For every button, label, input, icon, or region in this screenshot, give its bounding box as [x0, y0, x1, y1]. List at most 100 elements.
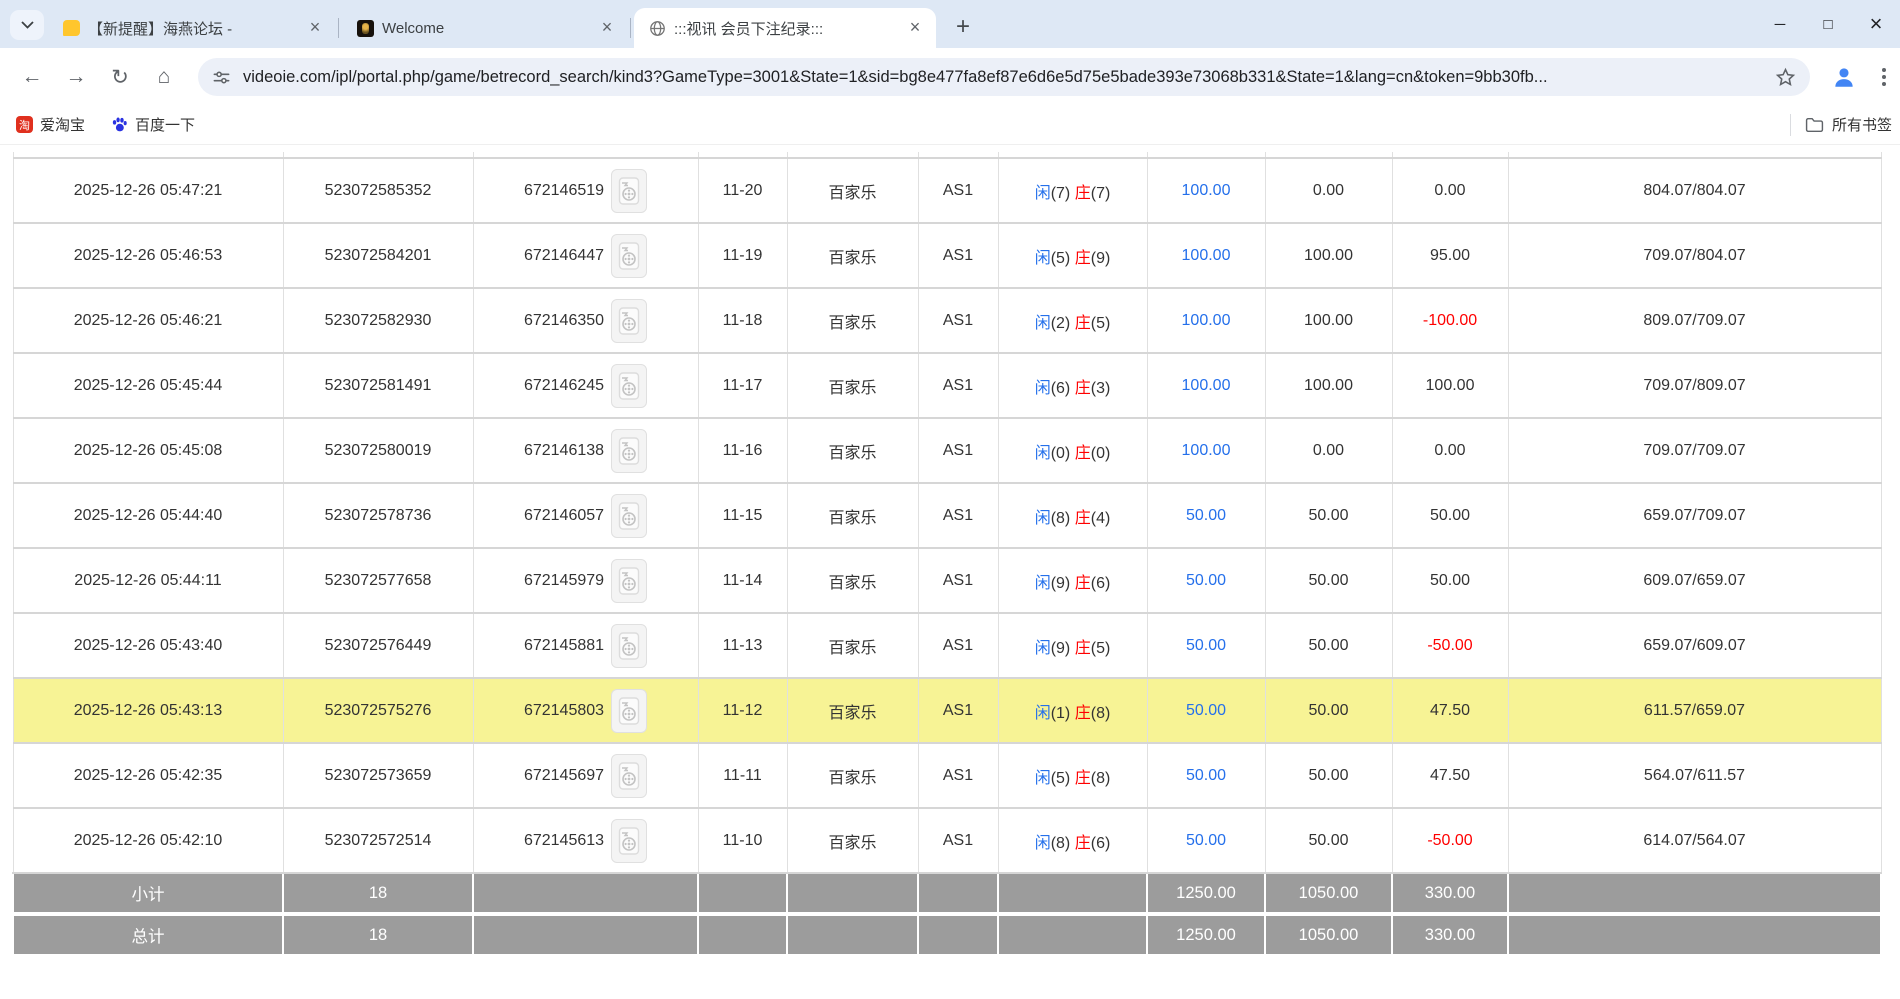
folder-icon: [1805, 117, 1824, 133]
cell-valid-amount: 100.00: [1265, 223, 1392, 288]
bet-id-text: 672145803: [524, 702, 604, 720]
cell-round: 11-16: [698, 418, 787, 483]
banker-label: 庄: [1075, 315, 1091, 332]
minimize-button[interactable]: ─: [1756, 0, 1804, 48]
cell-round: 11-14: [698, 548, 787, 613]
table-row[interactable]: 2025-12-26 05:45:44 523072581491 6721462…: [13, 353, 1881, 418]
cell-balance: 809.07/709.07: [1508, 288, 1881, 353]
cell-round: 11-12: [698, 678, 787, 743]
total-label: 总计: [13, 914, 283, 955]
tab-strip: 【新提醒】海燕论坛 - × Welcome × :::视讯 会员下注纪录::: …: [0, 0, 1900, 48]
profile-avatar[interactable]: [1828, 61, 1860, 93]
cell-game: 百家乐: [787, 548, 918, 613]
cell-table: AS1: [918, 223, 998, 288]
table-row[interactable]: 2025-12-26 05:43:13 523072575276 6721458…: [13, 678, 1881, 743]
maximize-button[interactable]: □: [1804, 0, 1852, 48]
cell-empty: [473, 914, 698, 955]
table-row[interactable]: 2025-12-26 05:44:40 523072578736 6721460…: [13, 483, 1881, 548]
cell-time: 2025-12-26 05:42:35: [13, 743, 283, 808]
player-score: (0): [1051, 445, 1071, 462]
banker-score: (6): [1091, 835, 1111, 852]
banker-score: (9): [1091, 250, 1111, 267]
banker-label: 庄: [1075, 835, 1091, 852]
cell-round: 11-10: [698, 808, 787, 873]
video-replay-icon[interactable]: [611, 689, 647, 733]
tab-bet-record[interactable]: :::视讯 会员下注纪录::: ×: [634, 8, 936, 48]
tab-close-icon[interactable]: ×: [596, 17, 618, 39]
video-replay-icon[interactable]: [611, 624, 647, 668]
forum-favicon-icon: [62, 19, 80, 37]
cell-bet-result: 闲(8) 庄(4): [998, 483, 1147, 548]
banker-label: 庄: [1075, 445, 1091, 462]
cell-valid-amount: 50.00: [1265, 483, 1392, 548]
table-row[interactable]: 2025-12-26 05:46:53 523072584201 6721464…: [13, 223, 1881, 288]
table-row[interactable]: 2025-12-26 05:45:08 523072580019 6721461…: [13, 418, 1881, 483]
forward-icon[interactable]: →: [62, 63, 90, 91]
table-row[interactable]: 2025-12-26 05:47:21 523072585352 6721465…: [13, 158, 1881, 223]
url-text[interactable]: videoie.com/ipl/portal.php/game/betrecor…: [243, 68, 1775, 87]
site-settings-icon[interactable]: [212, 68, 231, 87]
cell-bet-id: 672146057: [473, 483, 698, 548]
tab-close-icon[interactable]: ×: [304, 17, 326, 39]
table-row[interactable]: 2025-12-26 05:43:40 523072576449 6721458…: [13, 613, 1881, 678]
bet-id-text: 672146519: [524, 182, 604, 200]
video-replay-icon[interactable]: [611, 494, 647, 538]
reload-icon[interactable]: ↻: [106, 63, 134, 91]
new-tab-button[interactable]: +: [948, 12, 978, 42]
bookmark-taobao[interactable]: 淘 爱淘宝: [16, 114, 85, 135]
bet-id-text: 672145613: [524, 832, 604, 850]
welcome-favicon-icon: [356, 19, 374, 37]
table-row[interactable]: 2025-12-26 05:42:35 523072573659 6721456…: [13, 743, 1881, 808]
cell-bet-amount: 50.00: [1147, 743, 1265, 808]
bookmark-baidu[interactable]: 百度一下: [111, 114, 195, 135]
tab-title: 【新提醒】海燕论坛 -: [88, 18, 296, 39]
cell-valid-amount: 50.00: [1265, 548, 1392, 613]
cell-round: 11-11: [698, 743, 787, 808]
bet-id-text: 672146057: [524, 507, 604, 525]
all-bookmarks-button[interactable]: 所有书签: [1790, 114, 1892, 136]
table-row[interactable]: 2025-12-26 05:44:11 523072577658 6721459…: [13, 548, 1881, 613]
cell-order-number: 523072573659: [283, 743, 473, 808]
cell-win-loss: 100.00: [1392, 353, 1508, 418]
cell-bet-result: 闲(9) 庄(5): [998, 613, 1147, 678]
cell-time: 2025-12-26 05:45:08: [13, 418, 283, 483]
tab-search-button[interactable]: [10, 10, 44, 40]
tab-welcome[interactable]: Welcome ×: [342, 8, 628, 48]
player-label: 闲: [1035, 640, 1051, 657]
video-replay-icon[interactable]: [611, 169, 647, 213]
video-replay-icon[interactable]: [611, 364, 647, 408]
video-replay-icon[interactable]: [611, 819, 647, 863]
home-icon[interactable]: ⌂: [150, 63, 178, 91]
video-replay-icon[interactable]: [611, 299, 647, 343]
tab-forum[interactable]: 【新提醒】海燕论坛 - ×: [48, 8, 336, 48]
menu-kebab-icon[interactable]: [1872, 63, 1896, 91]
cell-balance: 709.07/709.07: [1508, 418, 1881, 483]
video-replay-icon[interactable]: [611, 234, 647, 278]
cell-balance: 614.07/564.07: [1508, 808, 1881, 873]
cell-valid-amount: 50.00: [1265, 613, 1392, 678]
bookmark-star-icon[interactable]: [1775, 67, 1796, 88]
tab-close-icon[interactable]: ×: [904, 17, 926, 39]
cell-empty: [698, 914, 787, 955]
player-score: (8): [1051, 835, 1071, 852]
close-button[interactable]: ×: [1852, 0, 1900, 48]
video-replay-icon[interactable]: [611, 559, 647, 603]
cell-empty: [473, 873, 698, 914]
video-replay-icon[interactable]: [611, 754, 647, 798]
cell-bet-amount: 50.00: [1147, 808, 1265, 873]
banker-label: 庄: [1075, 250, 1091, 267]
cell-order-number: 523072582930: [283, 288, 473, 353]
table-row[interactable]: 2025-12-26 05:42:10 523072572514 6721456…: [13, 808, 1881, 873]
cell-table: AS1: [918, 158, 998, 223]
address-bar[interactable]: videoie.com/ipl/portal.php/game/betrecor…: [198, 58, 1810, 96]
video-replay-icon[interactable]: [611, 429, 647, 473]
cell-game: 百家乐: [787, 613, 918, 678]
table-row[interactable]: 2025-12-26 05:46:21 523072582930 6721463…: [13, 288, 1881, 353]
bet-id-text: 672146350: [524, 312, 604, 330]
cell-bet-result: 闲(8) 庄(6): [998, 808, 1147, 873]
cell-valid-amount: 0.00: [1265, 418, 1392, 483]
cell-empty: [918, 914, 998, 955]
player-label: 闲: [1035, 510, 1051, 527]
back-icon[interactable]: ←: [18, 63, 46, 91]
player-label: 闲: [1035, 315, 1051, 332]
